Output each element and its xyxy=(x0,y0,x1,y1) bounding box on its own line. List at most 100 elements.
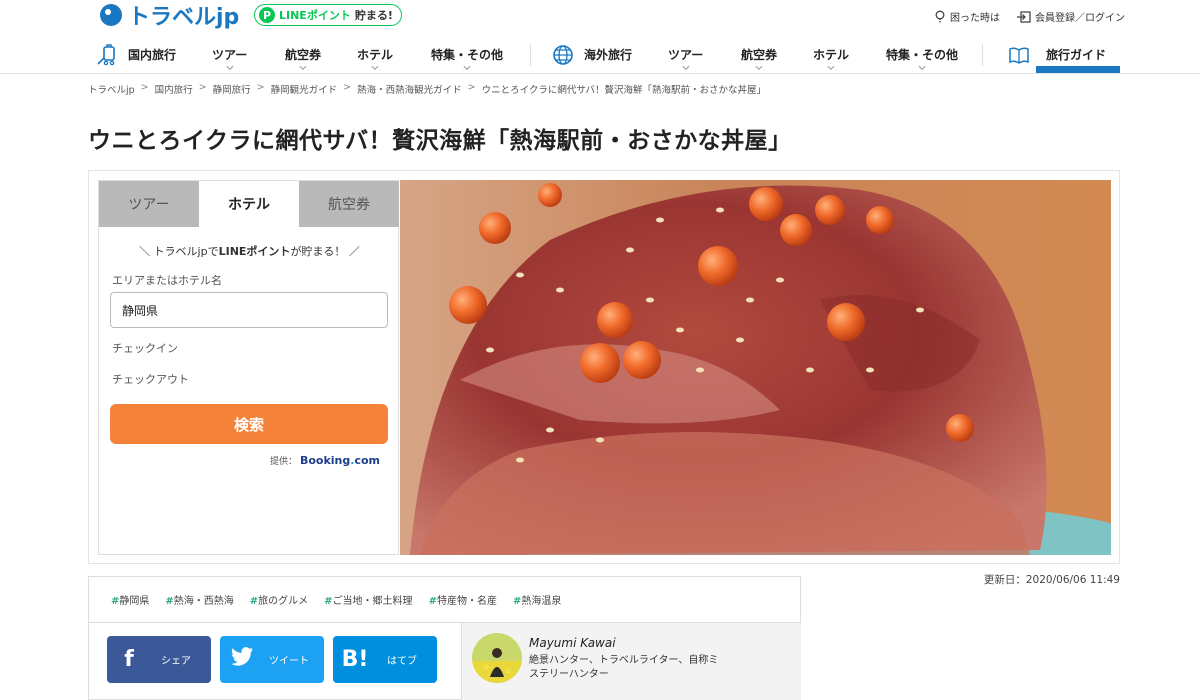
booking-logo-name: Booking xyxy=(299,454,351,467)
breadcrumb-separator: > xyxy=(343,82,352,93)
tag-item[interactable]: #特産物・名産 xyxy=(429,592,497,607)
nav-domestic-air-label: 航空券 xyxy=(285,48,322,62)
nav-overseas-hotel-label: ホテル xyxy=(813,48,850,62)
nav-domestic-air[interactable]: 航空券 xyxy=(285,36,321,73)
nav-overseas-label: 海外旅行 xyxy=(584,48,633,62)
login-link[interactable]: 会員登録／ログイン xyxy=(1017,9,1125,24)
checkout-field[interactable]: チェックアウト xyxy=(112,371,189,387)
hero-section: ツアー ホテル 航空券 ＼ トラベルjpでLINEポイントが貯まる！ ／ エリア… xyxy=(88,170,1120,564)
top-bar: トラベルjp P LINEポイント 貯まる! 困った時は 会員登録／ログイン xyxy=(0,0,1200,36)
facebook-share-button[interactable]: f シェア xyxy=(107,636,211,683)
nav-domestic-label: 国内旅行 xyxy=(128,48,177,62)
line-points-suffix: 貯まる! xyxy=(354,9,393,22)
hatena-bookmark-button[interactable]: B! はてブ xyxy=(333,636,437,683)
tag-item[interactable]: #旅のグルメ xyxy=(250,592,308,607)
breadcrumb-item[interactable]: 静岡旅行 xyxy=(213,82,251,96)
chevron-down-icon xyxy=(299,62,307,71)
nav-domestic-hotel[interactable]: ホテル xyxy=(357,36,393,73)
author-card[interactable]: Mayumi Kawai 絶景ハンター、トラベルライター、自称ミステリーハンター xyxy=(461,623,801,700)
chevron-down-icon xyxy=(463,62,471,71)
tab-tour[interactable]: ツアー xyxy=(99,181,199,227)
nav-overseas-hotel[interactable]: ホテル xyxy=(813,36,849,73)
login-icon xyxy=(1017,10,1031,23)
breadcrumb-separator: > xyxy=(198,82,207,93)
hatena-icon: B! xyxy=(341,647,369,672)
line-points-badge[interactable]: P LINEポイント 貯まる! xyxy=(254,4,402,26)
seafood-bowl-image xyxy=(400,180,1111,555)
nav-divider xyxy=(530,44,531,66)
area-input[interactable]: 静岡県 xyxy=(110,292,388,328)
tab-hotel[interactable]: ホテル xyxy=(199,181,299,227)
nav-overseas-special[interactable]: 特集・その他 xyxy=(886,36,958,73)
book-icon xyxy=(1009,46,1029,64)
nav-overseas-tour-label: ツアー xyxy=(668,48,704,62)
tag-item[interactable]: #熱海・西熱海 xyxy=(165,592,233,607)
author-description: 絶景ハンター、トラベルライター、自称ミステリーハンター xyxy=(529,655,719,680)
facebook-share-label: シェア xyxy=(161,656,191,667)
nav-overseas[interactable]: 海外旅行 xyxy=(552,36,632,73)
booking-logo: Booking.com xyxy=(300,454,380,467)
nav-overseas-air-label: 航空券 xyxy=(741,48,778,62)
login-label: 会員登録／ログイン xyxy=(1035,13,1125,24)
updated-date: 更新日：2020/06/06 11:49 xyxy=(983,574,1120,586)
checkin-field[interactable]: チェックイン xyxy=(112,340,178,356)
line-points-text: LINEポイント xyxy=(279,9,351,22)
chevron-down-icon xyxy=(371,62,379,71)
booking-logo-tld: com xyxy=(354,454,380,467)
hatena-bookmark-label: はてブ xyxy=(387,656,417,667)
breadcrumb: トラベルjp > 国内旅行 > 静岡旅行 > 静岡観光ガイド > 熱海・西熱海観光ガイド… xyxy=(88,82,766,96)
tab-air[interactable]: 航空券 xyxy=(299,181,399,227)
breadcrumb-item[interactable]: 国内旅行 xyxy=(155,82,193,96)
nav-domestic-tour[interactable]: ツアー xyxy=(212,36,247,73)
nav-travel-guide-label: 旅行ガイド xyxy=(1046,48,1107,62)
nav-domestic-tour-label: ツアー xyxy=(212,48,248,62)
nav-active-indicator xyxy=(1036,66,1120,79)
facebook-icon: f xyxy=(124,647,134,672)
share-author-box: f シェア ツイート B! はてブ Mayumi Kawai 絶景ハンター、トラ… xyxy=(88,622,801,700)
author-name[interactable]: Mayumi Kawai xyxy=(529,636,616,650)
promo-line-points: LINEポイント xyxy=(218,245,291,258)
hotel-search-panel: ツアー ホテル 航空券 ＼ トラベルjpでLINEポイントが貯まる！ ／ エリア… xyxy=(98,180,399,555)
twitter-tweet-label: ツイート xyxy=(269,656,309,667)
help-label: 困った時は xyxy=(950,13,1000,24)
line-promo-text: ＼ トラベルjpでLINEポイントが貯まる！ ／ xyxy=(99,243,400,259)
nav-domestic-special-label: 特集・その他 xyxy=(431,48,504,62)
tag-item[interactable]: #静岡県 xyxy=(111,592,149,607)
bird-logo-icon xyxy=(100,4,122,26)
page-title: ウニとろイクラに網代サバ！贅沢海鮮「熱海駅前・おさかな丼屋」 xyxy=(88,128,792,154)
nav-overseas-tour[interactable]: ツアー xyxy=(668,36,703,73)
breadcrumb-current: ウニとろイクラに網代サバ！贅沢海鮮「熱海駅前・おさかな丼屋」 xyxy=(481,85,767,96)
tag-item[interactable]: #熱海温泉 xyxy=(513,592,561,607)
chevron-down-icon xyxy=(682,62,690,71)
logo-text: トラベルjp xyxy=(128,5,240,30)
chevron-down-icon xyxy=(827,62,835,71)
seafood-bowl-photo xyxy=(400,180,1111,555)
promo-suffix: が貯まる！ ／ xyxy=(290,245,360,258)
question-icon xyxy=(935,10,945,23)
main-nav: 国内旅行 ツアー 航空券 ホテル 特集・その他 海外旅行 ツアー 航空券 ホテル… xyxy=(0,36,1200,74)
twitter-tweet-button[interactable]: ツイート xyxy=(220,636,324,683)
chevron-down-icon xyxy=(226,62,234,71)
promo-prefix: ＼ トラベルjpで xyxy=(139,245,219,258)
tag-item[interactable]: #ご当地・郷土料理 xyxy=(324,592,412,607)
breadcrumb-item[interactable]: 静岡観光ガイド xyxy=(271,82,338,96)
avatar[interactable] xyxy=(472,633,522,683)
search-button[interactable]: 検索 xyxy=(110,404,388,444)
nav-overseas-special-label: 特集・その他 xyxy=(886,48,959,62)
help-link[interactable]: 困った時は xyxy=(934,9,1000,24)
provider-prefix: 提供： xyxy=(269,457,297,467)
breadcrumb-item[interactable]: トラベルjp xyxy=(88,82,135,96)
nav-domestic-hotel-label: ホテル xyxy=(357,48,394,62)
author-avatar-image xyxy=(472,633,522,683)
search-tabs: ツアー ホテル 航空券 xyxy=(99,181,400,227)
nav-domestic[interactable]: 国内旅行 xyxy=(96,36,176,73)
breadcrumb-separator: > xyxy=(140,82,149,93)
breadcrumb-item[interactable]: 熱海・西熱海観光ガイド xyxy=(357,82,462,96)
site-logo[interactable]: トラベルjp xyxy=(100,2,240,30)
luggage-icon xyxy=(97,43,115,65)
area-label: エリアまたはホテル名 xyxy=(112,274,222,287)
nav-domestic-special[interactable]: 特集・その他 xyxy=(431,36,503,73)
nav-overseas-air[interactable]: 航空券 xyxy=(741,36,777,73)
nav-divider xyxy=(982,44,983,66)
tag-list: #静岡県 #熱海・西熱海 #旅のグルメ #ご当地・郷土料理 #特産物・名産 #熱… xyxy=(88,576,801,622)
